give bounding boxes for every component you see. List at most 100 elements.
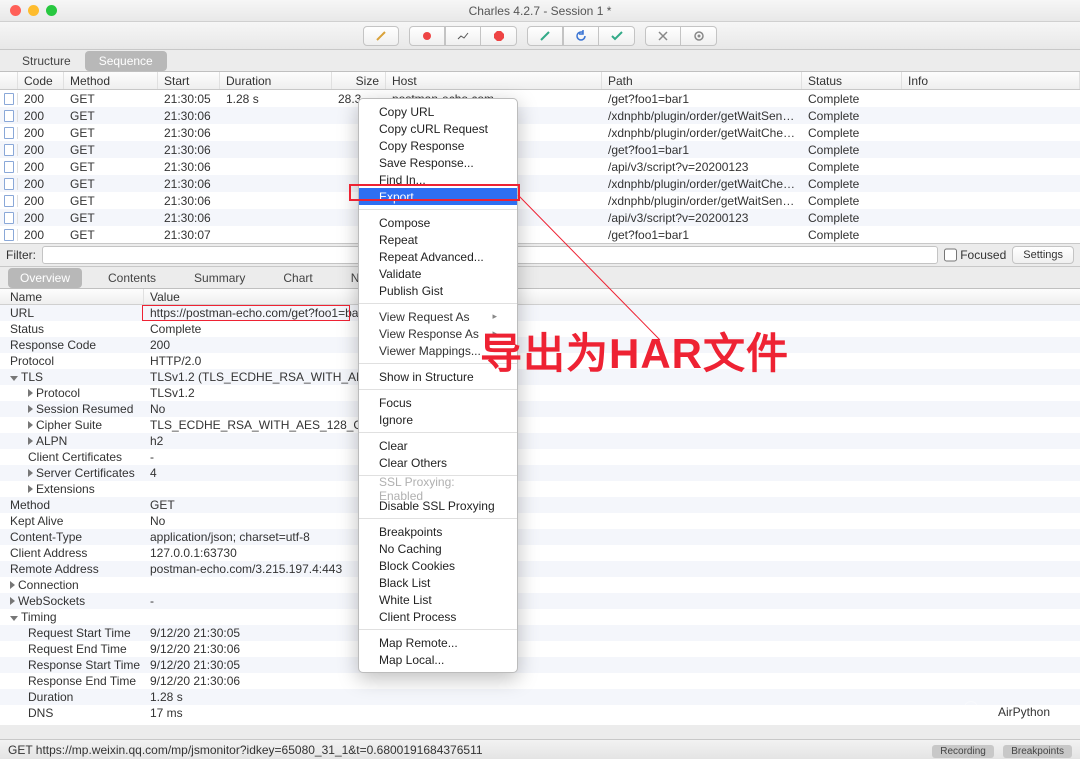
tools-button[interactable] — [645, 26, 681, 46]
col-path[interactable]: Path — [602, 72, 802, 89]
detail-row[interactable]: Session ResumedNo — [0, 401, 1080, 417]
menu-item[interactable]: Ignore — [359, 411, 517, 428]
disclosure-icon[interactable] — [28, 405, 33, 413]
detail-row[interactable]: Cipher SuiteTLS_ECDHE_RSA_WITH_AES_128_G… — [0, 417, 1080, 433]
detail-row[interactable]: WebSockets- — [0, 593, 1080, 609]
menu-item[interactable]: Export... — [359, 188, 517, 205]
filter-bar: Filter: Focused Settings — [0, 243, 1080, 267]
detail-row[interactable]: URLhttps://postman-echo.com/get?foo1=bar… — [0, 305, 1080, 321]
col-start[interactable]: Start — [158, 72, 220, 89]
menu-item[interactable]: No Caching — [359, 540, 517, 557]
refresh-button[interactable] — [563, 26, 599, 46]
table-row[interactable]: 200GET21:30:06cn/xdnphb/plugin/order/get… — [0, 192, 1080, 209]
disclosure-icon[interactable] — [28, 389, 33, 397]
menu-item[interactable]: Repeat Advanced... — [359, 248, 517, 265]
menu-item[interactable]: Breakpoints — [359, 523, 517, 540]
document-icon — [4, 144, 14, 156]
detail-row[interactable]: Kept AliveNo — [0, 513, 1080, 529]
detail-row[interactable]: Request End Time9/12/20 21:30:06 — [0, 641, 1080, 657]
detail-row[interactable]: Connection — [0, 577, 1080, 593]
detail-row[interactable]: DNS17 ms — [0, 705, 1080, 721]
menu-item[interactable]: Block Cookies — [359, 557, 517, 574]
detail-row[interactable]: ProtocolTLSv1.2 — [0, 385, 1080, 401]
table-row[interactable]: 200GET21:30:06cn/xdnphb/plugin/order/get… — [0, 107, 1080, 124]
detail-row[interactable]: Content-Typeapplication/json; charset=ut… — [0, 529, 1080, 545]
close-icon[interactable] — [10, 5, 21, 16]
menu-separator — [359, 432, 517, 433]
broom-button[interactable] — [363, 26, 399, 46]
disclosure-icon[interactable] — [10, 616, 18, 621]
zoom-icon[interactable] — [46, 5, 57, 16]
menu-item[interactable]: Find In... — [359, 171, 517, 188]
stop-button[interactable] — [481, 26, 517, 46]
settings-button[interactable]: Settings — [1012, 246, 1074, 264]
detail-row[interactable]: Response Start Time9/12/20 21:30:05 — [0, 657, 1080, 673]
menu-item[interactable]: Disable SSL Proxying — [359, 497, 517, 514]
disclosure-icon[interactable] — [28, 469, 33, 477]
col-code[interactable]: Code — [18, 72, 64, 89]
table-row[interactable]: 200GET21:30:06cn/xdnphb/plugin/order/get… — [0, 175, 1080, 192]
table-row[interactable]: 200GET21:30:051.28 s28.36 KBpostman-echo… — [0, 90, 1080, 107]
detail-row[interactable]: Server Certificates4 — [0, 465, 1080, 481]
disclosure-icon[interactable] — [10, 376, 18, 381]
tab-sequence[interactable]: Sequence — [85, 51, 167, 71]
table-row[interactable]: 200GET21:30:07cho.com/get?foo1=bar1Compl… — [0, 226, 1080, 243]
minimize-icon[interactable] — [28, 5, 39, 16]
throttle-button[interactable] — [445, 26, 481, 46]
menu-item[interactable]: Map Remote... — [359, 634, 517, 651]
detail-row[interactable]: Timing — [0, 609, 1080, 625]
menu-item[interactable]: Client Process — [359, 608, 517, 625]
table-row[interactable]: 200GET21:30:06appy12138.top/api/v3/scrip… — [0, 209, 1080, 226]
menu-item[interactable]: Copy cURL Request — [359, 120, 517, 137]
col-size[interactable]: Size — [332, 72, 386, 89]
menu-item[interactable]: Save Response... — [359, 154, 517, 171]
menu-item[interactable]: Copy Response — [359, 137, 517, 154]
statusbar: GET https://mp.weixin.qq.com/mp/jsmonito… — [0, 739, 1080, 759]
menu-item[interactable]: Repeat — [359, 231, 517, 248]
disclosure-icon[interactable] — [10, 597, 15, 605]
menu-item[interactable]: Map Local... — [359, 651, 517, 668]
detail-row[interactable]: MethodGET — [0, 497, 1080, 513]
disclosure-icon[interactable] — [28, 485, 33, 493]
col-method[interactable]: Method — [64, 72, 158, 89]
menu-item[interactable]: White List — [359, 591, 517, 608]
disclosure-icon[interactable] — [10, 581, 15, 589]
disclosure-icon[interactable] — [28, 421, 33, 429]
col-host[interactable]: Host — [386, 72, 602, 89]
table-row[interactable]: 200GET21:30:06appy12138.top/api/v3/scrip… — [0, 158, 1080, 175]
menu-item[interactable]: Focus — [359, 394, 517, 411]
detail-row[interactable]: Request Start Time9/12/20 21:30:05 — [0, 625, 1080, 641]
tab-structure[interactable]: Structure — [8, 51, 85, 71]
tab-contents[interactable]: Contents — [96, 268, 168, 288]
breakpoints-badge[interactable]: Breakpoints — [1003, 745, 1072, 758]
detail-row[interactable]: Client Certificates- — [0, 449, 1080, 465]
table-row[interactable]: 200GET21:30:06cho.com/get?foo1=bar1Compl… — [0, 141, 1080, 158]
focused-checkbox[interactable]: Focused — [944, 246, 1006, 264]
detail-row[interactable]: Remote Addresspostman-echo.com/3.215.197… — [0, 561, 1080, 577]
menu-item[interactable]: Validate — [359, 265, 517, 282]
table-row[interactable]: 200GET21:30:06cn/xdnphb/plugin/order/get… — [0, 124, 1080, 141]
col-info[interactable]: Info — [902, 72, 1080, 89]
detail-row[interactable]: Duration1.28 s — [0, 689, 1080, 705]
menu-item[interactable]: Publish Gist — [359, 282, 517, 299]
menu-item[interactable]: Black List — [359, 574, 517, 591]
detail-row[interactable]: ALPNh2 — [0, 433, 1080, 449]
edit-button[interactable] — [527, 26, 563, 46]
disclosure-icon[interactable] — [28, 437, 33, 445]
record-button[interactable] — [409, 26, 445, 46]
validate-button[interactable] — [599, 26, 635, 46]
menu-item[interactable]: Clear — [359, 437, 517, 454]
col-duration[interactable]: Duration — [220, 72, 332, 89]
settings-button[interactable] — [681, 26, 717, 46]
recording-badge[interactable]: Recording — [932, 745, 994, 758]
detail-row[interactable]: Extensions — [0, 481, 1080, 497]
menu-item[interactable]: Clear Others — [359, 454, 517, 471]
menu-item[interactable]: Compose — [359, 214, 517, 231]
detail-row[interactable]: Response End Time9/12/20 21:30:06 — [0, 673, 1080, 689]
tab-chart[interactable]: Chart — [271, 268, 324, 288]
menu-item[interactable]: Copy URL — [359, 103, 517, 120]
tab-overview[interactable]: Overview — [8, 268, 82, 288]
detail-row[interactable]: Client Address127.0.0.1:63730 — [0, 545, 1080, 561]
col-status[interactable]: Status — [802, 72, 902, 89]
tab-summary[interactable]: Summary — [182, 268, 257, 288]
